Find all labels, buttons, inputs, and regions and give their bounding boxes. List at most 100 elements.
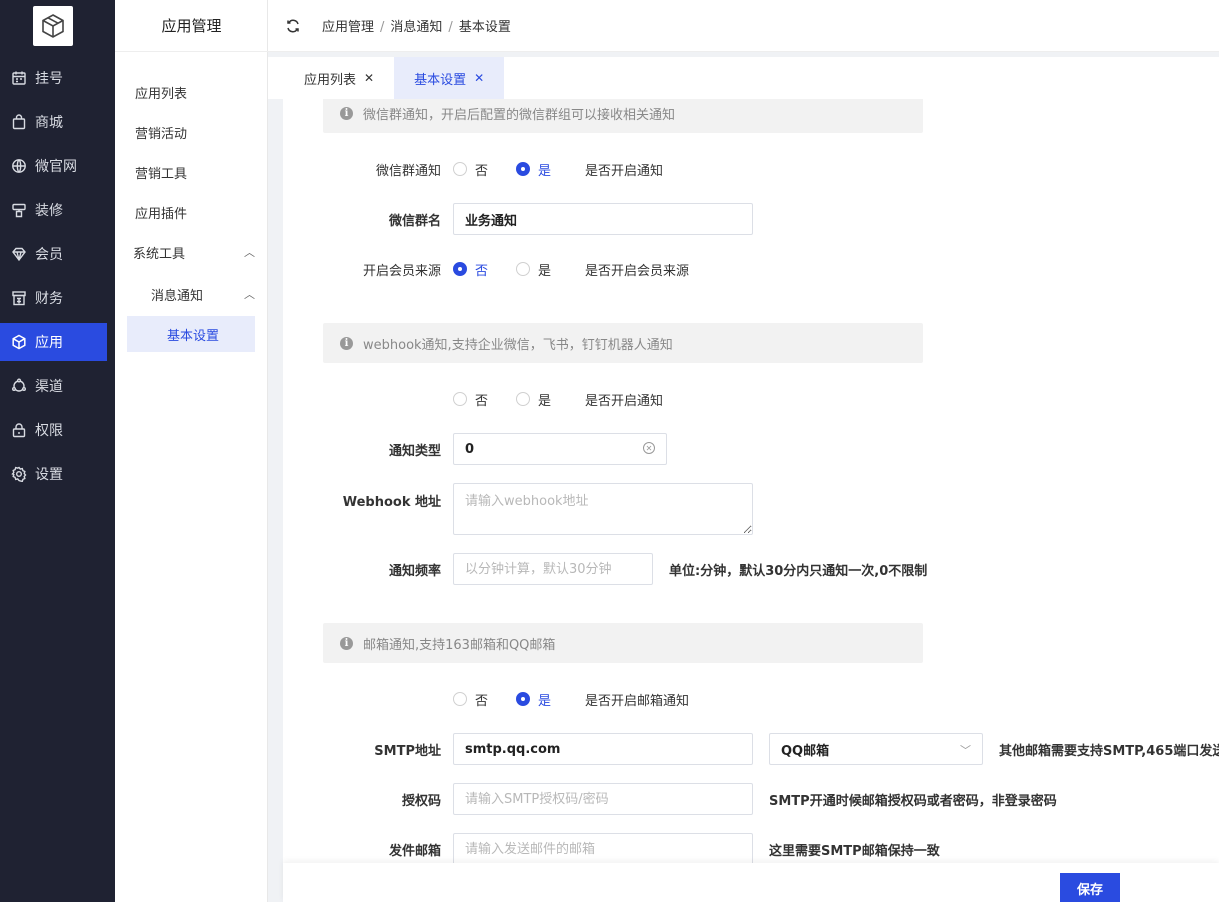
webhook-url-textarea[interactable] [453, 483, 753, 535]
nav-label: 应用 [35, 335, 63, 351]
main-nav: 挂号 商城 微官网 装修 会员 财务 应用 渠道 权限 设置 [0, 0, 115, 902]
nav-item-decoration[interactable]: 装修 [0, 191, 107, 229]
email-notify-hint: 是否开启邮箱通知 [585, 693, 690, 709]
email-alert: i 邮箱通知,支持163邮箱和QQ邮箱 [323, 623, 923, 663]
provider-select-input[interactable] [769, 733, 983, 765]
chevron-down-icon: ﹀ [960, 744, 971, 757]
radio-no[interactable]: 否 [453, 390, 488, 409]
radio-label: 是 [538, 163, 552, 179]
webhook-url-field [453, 483, 753, 535]
radio-yes[interactable]: 是 [516, 260, 551, 279]
alert-text: 微信群通知，开启后配置的微信群组可以接收相关通知 [363, 107, 676, 123]
smtp-field: ﹀ 其他邮箱需要支持SMTP,465端口发送 [453, 733, 1219, 765]
notify-freq-row: 通知频率 单位:分钟，默认30分内只通知一次,0不限制 [283, 553, 1219, 585]
breadcrumb-separator: / [448, 20, 453, 35]
smtp-hint: 其他邮箱需要支持SMTP,465端口发送 [999, 743, 1219, 759]
radio-yes[interactable]: 是 [516, 390, 551, 409]
nav-label: 权限 [35, 423, 63, 439]
sub-item-label: 基本设置 [167, 328, 220, 344]
radio-no[interactable]: 否 [453, 160, 488, 179]
nav-item-mall[interactable]: 商城 [0, 103, 107, 141]
nav-item-microsite[interactable]: 微官网 [0, 147, 107, 185]
radio-circle [453, 392, 467, 406]
nav-item-finance[interactable]: 财务 [0, 279, 107, 317]
smtp-input[interactable] [453, 733, 753, 765]
nav-item-settings[interactable]: 设置 [0, 455, 107, 493]
top-bar: 应用管理 / 消息通知 / 基本设置 [268, 0, 1219, 52]
sender-hint: 这里需要SMTP邮箱保持一致 [769, 843, 940, 859]
refresh-icon[interactable] [286, 19, 300, 33]
radio-label: 否 [475, 263, 489, 279]
notify-freq-input[interactable] [453, 553, 653, 585]
radio-circle [453, 162, 467, 176]
breadcrumb-item[interactable]: 应用管理 [322, 20, 374, 35]
sub-item-marketing-activity[interactable]: 营销活动 [127, 114, 255, 150]
nav-label: 微官网 [35, 159, 77, 175]
nav-item-member[interactable]: 会员 [0, 235, 107, 273]
nav-item-permission[interactable]: 权限 [0, 411, 107, 449]
radio-label: 否 [475, 393, 489, 409]
webhook-notify-hint: 是否开启通知 [585, 393, 664, 409]
nav-item-apps[interactable]: 应用 [0, 323, 107, 361]
sub-item-label: 营销工具 [135, 166, 188, 182]
radio-yes[interactable]: 是 [516, 160, 551, 179]
sub-item-marketing-tools[interactable]: 营销工具 [127, 154, 255, 190]
sub-item-app-list[interactable]: 应用列表 [127, 74, 255, 110]
breadcrumb-separator: / [380, 20, 385, 35]
tab-label: 应用列表 [304, 72, 357, 88]
auth-code-hint: SMTP开通时候邮箱授权码或者密码，非登录密码 [769, 793, 1057, 809]
globe-icon [12, 159, 26, 173]
info-icon: i [340, 336, 353, 350]
radio-yes[interactable]: 是 [516, 690, 551, 709]
nav-label: 渠道 [35, 379, 63, 395]
sub-item-system-tools[interactable]: 系统工具 ︿ [127, 234, 255, 270]
smtp-row: SMTP地址 ﹀ 其他邮箱需要支持SMTP,465端口发送 [283, 733, 1219, 765]
wechat-group-row: 微信群名 [283, 203, 1219, 235]
close-icon[interactable]: ✕ [474, 71, 484, 85]
sender-input[interactable] [453, 833, 753, 865]
webhook-alert: i webhook通知,支持企业微信，飞书，钉钉机器人通知 [323, 323, 923, 363]
webhook-url-label: Webhook 地址 [342, 495, 441, 510]
wechat-group-input[interactable] [453, 203, 753, 235]
tab-basic-settings[interactable]: 基本设置 ✕ [394, 57, 505, 99]
alert-text: 邮箱通知,支持163邮箱和QQ邮箱 [363, 637, 556, 653]
wechat-notify-hint: 是否开启通知 [585, 163, 664, 179]
notify-freq-field: 单位:分钟，默认30分内只通知一次,0不限制 [453, 553, 927, 585]
tab-app-list[interactable]: 应用列表 ✕ [268, 57, 394, 99]
save-button[interactable]: 保存 [1060, 873, 1120, 902]
radio-label: 是 [538, 263, 552, 279]
nav-label: 设置 [35, 467, 63, 483]
app-logo[interactable] [33, 6, 73, 46]
nav-item-channel[interactable]: 渠道 [0, 367, 107, 405]
notify-type-input[interactable] [453, 433, 667, 465]
email-notify-row: 否 是 是否开启邮箱通知 [283, 683, 1219, 715]
wechat-alert: i 微信群通知，开启后配置的微信群组可以接收相关通知 [323, 99, 923, 133]
radio-no[interactable]: 否 [453, 260, 488, 279]
nav-item-registration[interactable]: 挂号 [0, 59, 107, 97]
nav-label: 商城 [35, 115, 63, 131]
auth-code-input[interactable] [453, 783, 753, 815]
sub-item-app-plugins[interactable]: 应用插件 [127, 194, 255, 230]
webhook-notify-row: 否 是 是否开启通知 [283, 383, 1219, 415]
gear-icon [11, 466, 27, 482]
radio-no[interactable]: 否 [453, 690, 488, 709]
calendar-icon [12, 71, 26, 85]
sub-item-basic-settings[interactable]: 基本设置 [127, 316, 255, 352]
nav-label: 挂号 [35, 71, 63, 87]
sub-item-label: 消息通知 [151, 288, 204, 304]
nav-label: 财务 [35, 291, 63, 307]
radio-circle [453, 692, 467, 706]
clear-icon[interactable]: ✕ [643, 442, 655, 454]
footer-bar: 保存 [283, 863, 1219, 902]
sub-item-label: 系统工具 [133, 246, 186, 262]
sub-item-label: 营销活动 [135, 126, 188, 142]
webhook-notify-radio-group: 否 是 是否开启通知 [453, 390, 663, 409]
sub-item-label: 应用列表 [135, 86, 188, 102]
provider-select[interactable]: ﹀ [769, 733, 983, 765]
chevron-up-icon: ︿ [244, 246, 255, 259]
breadcrumb-item[interactable]: 消息通知 [390, 20, 442, 35]
channel-icon [12, 378, 26, 392]
email-notify-radio-group: 否 是 是否开启邮箱通知 [453, 690, 689, 709]
close-icon[interactable]: ✕ [364, 71, 374, 85]
sub-item-message-notify[interactable]: 消息通知 ︿ [127, 276, 255, 312]
